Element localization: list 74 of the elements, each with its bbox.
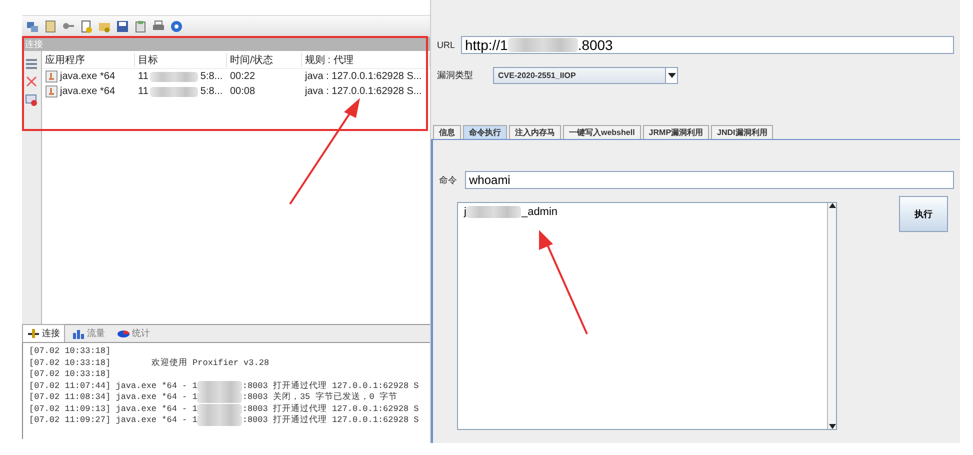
log-text: java.exe *64 - 1 [114, 392, 198, 404]
blurred-region [197, 392, 242, 404]
tab[interactable]: 连接 [22, 324, 65, 342]
blurred-region [197, 380, 242, 392]
log-text: java.exe *64 - 1 [114, 404, 198, 415]
tab[interactable]: 一键写入webshell [563, 125, 641, 139]
target-end: 5:8... [200, 86, 223, 97]
help-icon[interactable] [170, 20, 183, 33]
log-text: :8003 打开通过代理 127.0.0.1:62928 S [242, 404, 419, 415]
blurred-region [197, 404, 242, 415]
table-cell-text: 00:08 [229, 86, 256, 97]
log-text: :8003 打开通过代理 127.0.0.1:62928 S [242, 415, 419, 426]
table-cell-text: java : 127.0.0.1:62928 S... [304, 71, 423, 82]
target-end: 5:8... [200, 71, 223, 82]
tab[interactable]: 流量 [67, 324, 110, 342]
panel-title: 连接 [22, 37, 430, 51]
app-name: java.exe *64 [60, 86, 116, 97]
column-header[interactable]: 应用程序 [42, 52, 135, 66]
printer-icon[interactable] [152, 20, 165, 33]
target-start: 11 [138, 86, 148, 97]
list-icon[interactable] [25, 57, 38, 70]
network-icon[interactable] [26, 20, 39, 33]
column-header[interactable]: 时间/状态 [227, 52, 302, 66]
blurred-region [150, 72, 198, 82]
output-text-start: j [464, 206, 466, 218]
output-text-end: _admin [521, 206, 558, 218]
field-label: URL [437, 40, 456, 50]
log-text: java.exe *64 - 1 [114, 380, 198, 392]
execute-button[interactable]: 执行 [899, 196, 948, 232]
log-timestamp: [07.02 11:09:13] [29, 404, 111, 415]
vuln-type-dropdown[interactable]: CVE-2020-2551_IIOP [493, 66, 678, 84]
new-file-icon[interactable] [80, 20, 93, 33]
log-timestamp: [07.02 11:09:27] [29, 415, 111, 426]
window-remove-icon[interactable] [25, 93, 38, 106]
tab[interactable]: 信息 [433, 125, 461, 139]
field-label: 命令 [439, 174, 458, 186]
column-header[interactable]: 目标 [135, 52, 227, 66]
java-icon [45, 85, 58, 98]
url-field[interactable]: http://1 .8003 [461, 36, 954, 54]
document-icon[interactable] [44, 20, 57, 33]
blurred-region [466, 206, 522, 218]
target-start: 11 [138, 71, 148, 82]
log-timestamp: [07.02 11:07:44] [29, 380, 111, 392]
close-icon[interactable] [25, 75, 38, 88]
command-field[interactable]: whoami [465, 171, 954, 189]
tab[interactable]: 命令执行 [463, 125, 507, 139]
tab[interactable]: JRMP漏洞利用 [642, 125, 710, 139]
tab[interactable]: 统计 [112, 324, 155, 342]
caret-icon [668, 72, 676, 78]
scroll-down-icon[interactable] [828, 424, 836, 429]
clipboard-icon[interactable] [134, 20, 147, 33]
blurred-region [197, 415, 242, 426]
log-timestamp: [07.02 10:33:18] [29, 369, 111, 380]
plug-icon [27, 327, 40, 340]
scroll-up-icon[interactable] [828, 203, 836, 208]
app-name: java.exe *64 [60, 71, 116, 82]
log-timestamp: [07.02 11:08:34] [29, 392, 111, 404]
table-cell-text: 00:22 [229, 71, 256, 82]
tab[interactable]: 注入内存马 [509, 125, 561, 139]
scrollbar[interactable] [827, 203, 836, 429]
log-timestamp: [07.02 10:33:18] [29, 346, 111, 358]
bar-chart-icon [72, 327, 85, 340]
field-label: 漏洞类型 [437, 68, 474, 82]
log-timestamp: [07.02 10:33:18] [29, 358, 111, 369]
save-icon[interactable] [116, 20, 129, 33]
log-text: java.exe *64 - 1 [114, 415, 198, 426]
tab[interactable]: JNDI漏洞利用 [711, 125, 774, 139]
output-area[interactable]: j _admin [457, 202, 837, 430]
log-text: :8003 打开通过代理 127.0.0.1:62928 S [242, 380, 419, 392]
blurred-region [150, 86, 198, 96]
table-cell-text: java : 127.0.0.1:62928 S... [304, 86, 423, 97]
folder-icon[interactable] [98, 20, 111, 33]
log-text: :8003 关闭，35 字节已发送，0 字节 [242, 392, 398, 404]
log-text: 欢迎使用 Proxifier v3.28 [150, 358, 270, 369]
